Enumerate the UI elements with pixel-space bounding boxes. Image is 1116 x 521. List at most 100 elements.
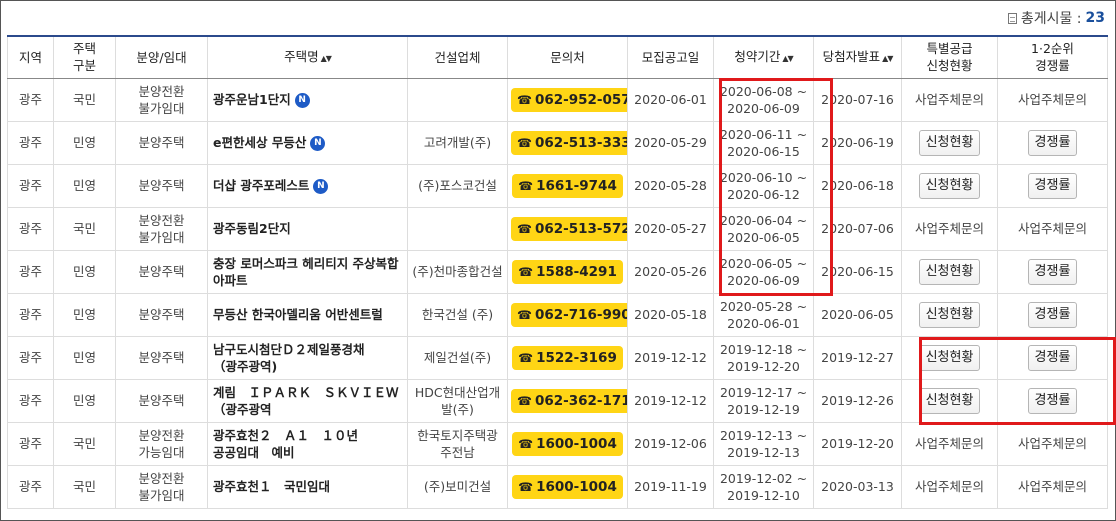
application-status-button[interactable]: 신청현황 bbox=[918, 387, 981, 414]
cell-house-name[interactable]: 광주효천１ 국민임대 bbox=[207, 464, 408, 509]
rank-inquiry-text: 사업주체문의 bbox=[1017, 92, 1087, 107]
cell-region: 광주 bbox=[7, 163, 54, 208]
cell-house-name[interactable]: 광주효천２ Ａ１ １０년 공공임대 예비 bbox=[207, 421, 408, 466]
cell-contact: ☎ 1522-3169 bbox=[507, 335, 628, 380]
application-status-button[interactable]: 신청현황 bbox=[918, 172, 981, 199]
cell-special-supply: 신청현황 bbox=[901, 335, 998, 380]
phone-icon: ☎ bbox=[518, 178, 534, 193]
cell-region: 광주 bbox=[7, 464, 54, 509]
cell-rank: 경쟁률 bbox=[997, 249, 1108, 294]
house-name-link[interactable]: 남구도시첨단Ｄ２제일풍경채 bbox=[213, 342, 365, 357]
cell-notice-date: 2020-06-01 bbox=[627, 77, 714, 122]
rank-inquiry-text: 사업주체문의 bbox=[1017, 221, 1087, 236]
cell-house-type: 국민 bbox=[53, 77, 116, 122]
summary-bar: 총게시물 : 23 bbox=[1, 1, 1115, 34]
cell-house-type: 민영 bbox=[53, 163, 116, 208]
application-status-button[interactable]: 신청현황 bbox=[918, 258, 981, 285]
application-status-button[interactable]: 신청현황 bbox=[918, 301, 981, 328]
house-name-link[interactable]: 더샵 광주포레스트 bbox=[213, 178, 309, 193]
application-status-button[interactable]: 신청현황 bbox=[918, 129, 981, 156]
cell-supply: 분양주택 bbox=[115, 292, 208, 337]
phone-icon: ☎ bbox=[518, 436, 534, 451]
cell-period: 2020-06-11 ~2020-06-15 bbox=[713, 120, 814, 165]
cell-special-supply: 신청현황 bbox=[901, 249, 998, 294]
cell-builder bbox=[407, 206, 508, 251]
cell-special-supply: 신청현황 bbox=[901, 120, 998, 165]
cell-house-name[interactable]: 광주동림2단지 bbox=[207, 206, 408, 251]
cell-rank: 사업주체문의 bbox=[997, 77, 1108, 122]
cell-period: 2020-06-05 ~2020-06-09 bbox=[713, 249, 814, 294]
header-contact: 문의처 bbox=[507, 35, 628, 79]
house-name-link[interactable]: 광주운남1단지 bbox=[213, 92, 291, 107]
cell-period: 2019-12-17 ~2019-12-19 bbox=[713, 378, 814, 423]
cell-house-name[interactable]: 광주운남1단지 N bbox=[207, 77, 408, 122]
phone-icon: ☎ bbox=[517, 135, 532, 150]
competition-rate-button[interactable]: 경쟁률 bbox=[1027, 258, 1078, 285]
cell-announce-date: 2019-12-20 bbox=[813, 421, 902, 466]
new-badge-icon: N bbox=[294, 93, 310, 108]
competition-rate-button[interactable]: 경쟁률 bbox=[1027, 387, 1078, 414]
cell-contact: ☎062-716-9900 bbox=[507, 292, 628, 337]
phone-icon: ☎ bbox=[518, 479, 534, 494]
house-name-link[interactable]: 광주효천１ 국민임대 bbox=[213, 479, 330, 494]
cell-announce-date: 2020-06-18 bbox=[813, 163, 902, 208]
phone-badge: ☎062-513-5728 bbox=[511, 216, 627, 241]
cell-builder: (주)보미건설 bbox=[407, 464, 508, 509]
phone-badge: ☎ 1522-3169 bbox=[512, 345, 623, 370]
cell-house-name[interactable]: 계림 ＩＰＡＲＫ ＳＫＶＩＥＷ （광주광역 bbox=[207, 378, 408, 423]
phone-icon: ☎ bbox=[518, 350, 534, 365]
document-icon bbox=[1007, 13, 1017, 24]
application-status-button[interactable]: 신청현황 bbox=[918, 344, 981, 371]
phone-badge: ☎ 1588-4291 bbox=[512, 259, 623, 284]
table-row: 광주 민영 분양주택 계림 ＩＰＡＲＫ ＳＫＶＩＥＷ （광주광역 HDC현대산업개 발(주)… bbox=[7, 378, 1108, 423]
competition-rate-button[interactable]: 경쟁률 bbox=[1027, 172, 1078, 199]
cell-house-name[interactable]: 무등산 한국아델리움 어반센트럴 bbox=[207, 292, 408, 337]
cell-supply: 분양주택 bbox=[115, 378, 208, 423]
competition-rate-button[interactable]: 경쟁률 bbox=[1027, 129, 1078, 156]
cell-contact: ☎062-952-0571 bbox=[507, 77, 628, 122]
cell-supply: 분양전환 불가임대 bbox=[115, 77, 208, 122]
cell-announce-date: 2020-03-13 bbox=[813, 464, 902, 509]
house-name-link[interactable]: 계림 ＩＰＡＲＫ ＳＫＶＩＥＷ bbox=[213, 385, 399, 400]
cell-house-name[interactable]: 남구도시첨단Ｄ２제일풍경채 （광주광역) bbox=[207, 335, 408, 380]
cell-announce-date: 2020-06-15 bbox=[813, 249, 902, 294]
phone-icon: ☎ bbox=[518, 264, 534, 279]
competition-rate-button[interactable]: 경쟁률 bbox=[1027, 301, 1078, 328]
competition-rate-button[interactable]: 경쟁률 bbox=[1027, 344, 1078, 371]
cell-house-type: 국민 bbox=[53, 206, 116, 251]
cell-special-supply: 사업주체문의 bbox=[901, 206, 998, 251]
table-row: 광주 민영 분양주택 남구도시첨단Ｄ２제일풍경채 （광주광역) 제일건설(주) ☎ 1522-… bbox=[7, 335, 1108, 380]
house-name-link[interactable]: 광주효천２ Ａ１ １０년 bbox=[213, 428, 358, 443]
cell-contact: ☎ 1588-4291 bbox=[507, 249, 628, 294]
phone-icon: ☎ bbox=[517, 307, 532, 322]
sort-icon[interactable]: ▲▼ bbox=[782, 54, 793, 63]
rank-inquiry-text: 사업주체문의 bbox=[1017, 436, 1087, 451]
special-inquiry-text: 사업주체문의 bbox=[914, 221, 984, 236]
cell-supply: 분양주택 bbox=[115, 335, 208, 380]
total-count: 23 bbox=[1085, 9, 1105, 26]
table-header-row: 지역 주택 구분 분양/임대 주택명 ▲▼ 건설업체 문의처 모집공고일 청약기간 ▲… bbox=[7, 35, 1108, 79]
cell-special-supply: 사업주체문의 bbox=[901, 421, 998, 466]
cell-rank: 경쟁률 bbox=[997, 163, 1108, 208]
cell-rank: 경쟁률 bbox=[997, 378, 1108, 423]
cell-house-name[interactable]: 충장 로머스파크 헤리티지 주상복합 아파트 bbox=[207, 249, 408, 294]
cell-special-supply: 신청현황 bbox=[901, 163, 998, 208]
cell-period: 2020-06-04 ~2020-06-05 bbox=[713, 206, 814, 251]
phone-badge: ☎062-513-3332 bbox=[511, 130, 627, 155]
house-name-link[interactable]: 충장 로머스파크 헤리티지 주상복합 bbox=[213, 256, 399, 271]
header-announce[interactable]: 당첨자발표 ▲▼ bbox=[813, 35, 902, 79]
cell-special-supply: 사업주체문의 bbox=[901, 464, 998, 509]
cell-notice-date: 2020-05-29 bbox=[627, 120, 714, 165]
house-name-link[interactable]: e편한세상 무등산 bbox=[213, 135, 306, 150]
housing-table: 지역 주택 구분 분양/임대 주택명 ▲▼ 건설업체 문의처 모집공고일 청약기간 ▲… bbox=[7, 35, 1108, 509]
cell-house-name[interactable]: e편한세상 무등산 N bbox=[207, 120, 408, 165]
cell-special-supply: 사업주체문의 bbox=[901, 77, 998, 122]
header-name[interactable]: 주택명 ▲▼ bbox=[207, 35, 408, 79]
cell-house-name[interactable]: 더샵 광주포레스트 N bbox=[207, 163, 408, 208]
header-period[interactable]: 청약기간 ▲▼ bbox=[713, 35, 814, 79]
sort-icon[interactable]: ▲▼ bbox=[882, 54, 893, 63]
house-name-link[interactable]: 무등산 한국아델리움 어반센트럴 bbox=[213, 307, 383, 322]
header-house-type: 주택 구분 bbox=[53, 35, 116, 79]
house-name-link[interactable]: 광주동림2단지 bbox=[213, 221, 291, 236]
sort-icon[interactable]: ▲▼ bbox=[321, 54, 332, 63]
